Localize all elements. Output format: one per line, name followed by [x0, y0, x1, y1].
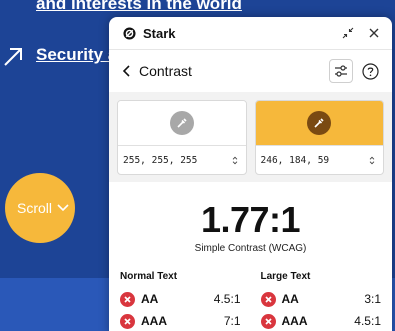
app-title: Stark: [143, 25, 176, 41]
result-row: AA 3:1: [260, 288, 381, 310]
stepper-icon[interactable]: [369, 156, 375, 165]
foreground-value: 255, 255, 255: [123, 154, 198, 166]
contrast-ratio: 1.77:1: [200, 199, 301, 240]
stark-logo-icon: [123, 26, 136, 40]
help-button[interactable]: [358, 59, 382, 83]
arrow-up-right-icon: [4, 48, 22, 66]
sliders-icon: [335, 65, 347, 77]
eyedropper-icon: [177, 118, 187, 128]
result-required-ratio: 4.5:1: [213, 292, 241, 306]
result-required-ratio: 4.5:1: [354, 314, 381, 328]
chevron-down-icon: [57, 204, 69, 212]
eyedropper-icon: [314, 118, 324, 128]
back-chevron-icon[interactable]: [122, 65, 131, 77]
normal-text-results: Normal Text AA 4.5:1 AAA 7:1: [120, 271, 241, 331]
foreground-eyedropper-button[interactable]: [169, 111, 194, 135]
fail-icon: [260, 291, 276, 307]
contrast-method-label: Simple Contrast (WCAG): [194, 243, 307, 254]
fail-icon: [120, 313, 135, 329]
result-required-ratio: 7:1: [223, 314, 241, 328]
wcag-results: Normal Text AA 4.5:1 AAA 7:1 Large Text …: [109, 271, 392, 331]
background-link-interests[interactable]: and interests in the world: [36, 0, 242, 14]
result-row: AAA 4.5:1: [260, 310, 381, 331]
fail-icon: [120, 291, 135, 307]
background-color-preview: [255, 101, 383, 145]
result-level: AAA: [281, 314, 308, 328]
background-eyedropper-button[interactable]: [307, 111, 332, 135]
color-inputs: 255, 255, 255 246, 184, 59: [109, 92, 392, 182]
result-row: AA 4.5:1: [120, 288, 241, 310]
result-level: AAA: [141, 314, 167, 328]
result-level: AA: [281, 292, 299, 306]
normal-text-heading: Normal Text: [120, 271, 178, 282]
collapse-icon[interactable]: [342, 27, 354, 39]
scroll-label: Scroll: [16, 200, 52, 216]
background-value-field[interactable]: 246, 184, 59: [255, 145, 383, 174]
large-text-heading: Large Text: [260, 271, 311, 282]
result-required-ratio: 3:1: [364, 292, 381, 306]
foreground-value-field[interactable]: 255, 255, 255: [118, 145, 246, 174]
large-text-results: Large Text AA 3:1 AAA 4.5:1: [260, 271, 381, 331]
panel-titlebar: Stark: [109, 17, 392, 50]
fail-icon: [260, 313, 276, 329]
panel-navbar: Contrast: [109, 50, 392, 92]
scroll-button[interactable]: Scroll: [5, 173, 75, 243]
settings-button[interactable]: [329, 59, 353, 83]
close-icon[interactable]: [368, 27, 380, 39]
stark-panel: Stark Contrast 255, 255, 255 246, 184, 5…: [109, 17, 392, 331]
result-level: AA: [141, 292, 159, 306]
help-icon: [361, 62, 379, 80]
background-swatch: 246, 184, 59: [254, 100, 384, 175]
foreground-color-preview: [118, 101, 246, 145]
nav-title: Contrast: [139, 63, 192, 79]
background-value: 246, 184, 59: [260, 154, 330, 166]
foreground-swatch: 255, 255, 255: [117, 100, 247, 175]
background-link-security[interactable]: Security a: [36, 45, 117, 65]
stepper-icon[interactable]: [232, 156, 238, 165]
result-row: AAA 7:1: [120, 310, 241, 331]
